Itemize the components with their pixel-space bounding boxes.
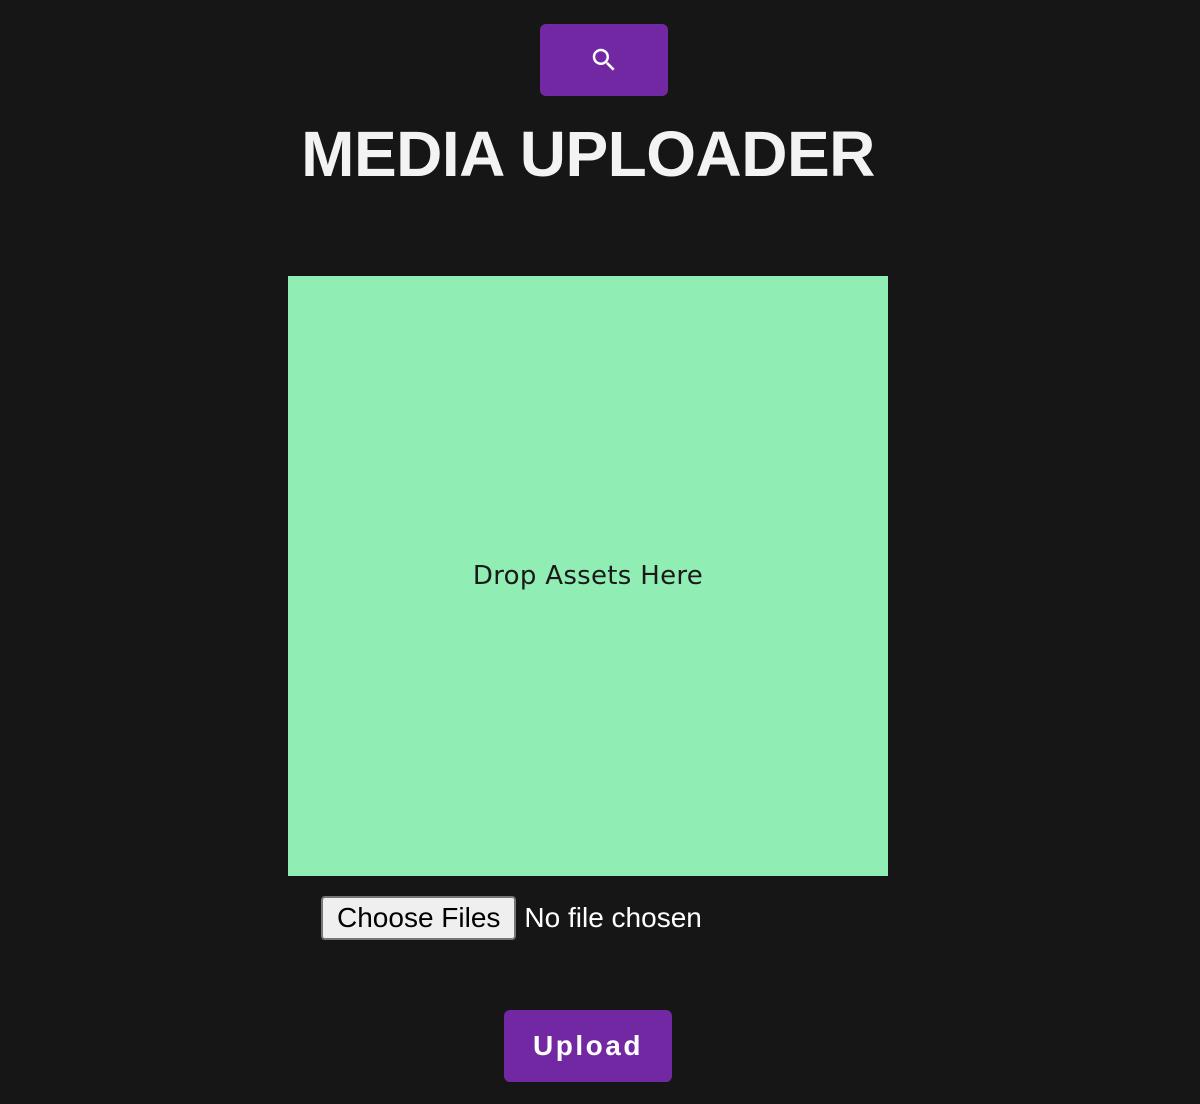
drop-zone-label: Drop Assets Here (472, 561, 704, 591)
search-button[interactable] (540, 24, 668, 96)
drop-zone[interactable]: Drop Assets Here (288, 276, 888, 876)
search-icon (589, 45, 619, 75)
upload-button[interactable]: Upload (504, 1010, 672, 1082)
file-input[interactable]: Choose Files No file chosen (321, 896, 702, 940)
choose-files-button[interactable]: Choose Files (321, 896, 517, 940)
page-title: MEDIA UPLOADER (301, 118, 875, 190)
file-status-text: No file chosen (524, 902, 702, 933)
